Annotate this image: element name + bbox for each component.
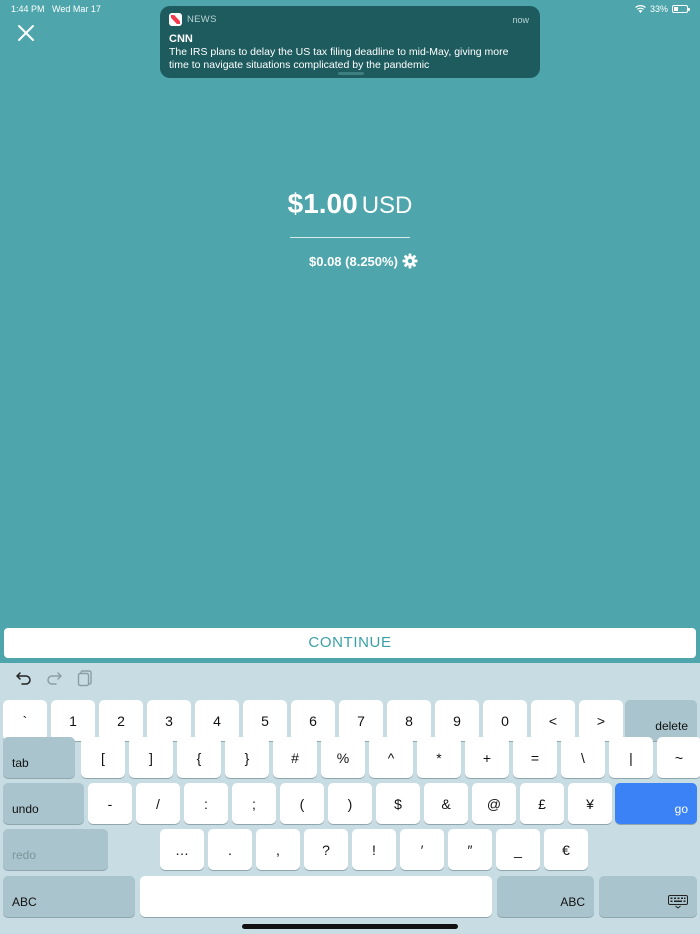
key[interactable]: *	[417, 737, 461, 778]
key[interactable]: -	[88, 783, 132, 824]
key[interactable]: 1	[51, 700, 95, 741]
undo-key[interactable]: undo	[3, 783, 84, 824]
key[interactable]: ,	[256, 829, 300, 870]
key[interactable]: |	[609, 737, 653, 778]
tab-key[interactable]: tab	[3, 737, 75, 778]
keyboard-dismiss-key[interactable]	[599, 876, 697, 917]
space-key[interactable]	[140, 876, 492, 917]
go-key[interactable]: go	[615, 783, 697, 824]
redo-key[interactable]: redo	[3, 829, 108, 870]
amount-divider	[290, 237, 410, 238]
key[interactable]: ″	[448, 829, 492, 870]
key[interactable]: }	[225, 737, 269, 778]
key[interactable]: 3	[147, 700, 191, 741]
notification-banner[interactable]: NEWS now CNN The IRS plans to delay the …	[160, 6, 540, 78]
key[interactable]: @	[472, 783, 516, 824]
key[interactable]: ]	[129, 737, 173, 778]
tax-line: $0.08 (8.250%)	[309, 253, 418, 269]
key[interactable]: %	[321, 737, 365, 778]
notification-title: CNN	[169, 33, 193, 45]
key[interactable]: €	[544, 829, 588, 870]
notification-time: now	[512, 15, 529, 25]
gear-icon[interactable]	[402, 253, 418, 269]
undo-icon[interactable]	[15, 669, 33, 687]
key[interactable]: ′	[400, 829, 444, 870]
tax-amount: $0.08 (8.250%)	[309, 253, 398, 269]
keyboard-toolbar	[0, 663, 700, 693]
key[interactable]: #	[273, 737, 317, 778]
key[interactable]: ^	[369, 737, 413, 778]
amount-value: $1.00	[287, 188, 358, 219]
key[interactable]: …	[160, 829, 204, 870]
home-indicator[interactable]	[242, 924, 458, 929]
key[interactable]: 2	[99, 700, 143, 741]
notification-grabber[interactable]	[338, 72, 364, 75]
notification-body: The IRS plans to delay the US tax filing…	[169, 46, 509, 71]
key[interactable]: 4	[195, 700, 239, 741]
abc-key-left[interactable]: ABC	[3, 876, 135, 917]
key[interactable]: ;	[232, 783, 276, 824]
key[interactable]: >	[579, 700, 623, 741]
key[interactable]: \	[561, 737, 605, 778]
delete-key[interactable]: delete	[625, 700, 697, 741]
notification-app-name: NEWS	[187, 14, 217, 25]
key[interactable]: )	[328, 783, 372, 824]
key[interactable]: 7	[339, 700, 383, 741]
news-app-icon	[169, 13, 182, 26]
key[interactable]: !	[352, 829, 396, 870]
keyboard-icon	[668, 895, 688, 909]
status-right: 33%	[635, 4, 690, 14]
key[interactable]: /	[136, 783, 180, 824]
key[interactable]: 0	[483, 700, 527, 741]
key[interactable]: [	[81, 737, 125, 778]
notification-app: NEWS	[169, 13, 531, 26]
key[interactable]: :	[184, 783, 228, 824]
redo-icon[interactable]	[45, 669, 63, 687]
key[interactable]: 8	[387, 700, 431, 741]
key[interactable]: 5	[243, 700, 287, 741]
key[interactable]: (	[280, 783, 324, 824]
continue-button[interactable]: CONTINUE	[4, 628, 696, 658]
battery-icon	[672, 5, 690, 13]
key[interactable]: `	[3, 700, 47, 741]
key[interactable]: <	[531, 700, 575, 741]
key[interactable]: £	[520, 783, 564, 824]
status-time: 1:44 PM Wed Mar 17	[11, 4, 101, 14]
keyboard: ` 1 2 3 4 5 6 7 8 9 0 < > delete tab[]{} #% ^ * + = \ | ~ undo -…	[0, 663, 700, 934]
key[interactable]: .	[208, 829, 252, 870]
key[interactable]: 9	[435, 700, 479, 741]
key[interactable]: &	[424, 783, 468, 824]
key[interactable]: 6	[291, 700, 335, 741]
key[interactable]: $	[376, 783, 420, 824]
wifi-icon	[635, 5, 646, 13]
key[interactable]: ?	[304, 829, 348, 870]
battery-percent: 33%	[649, 4, 668, 14]
key[interactable]: =	[513, 737, 557, 778]
abc-key-right[interactable]: ABC	[497, 876, 594, 917]
key[interactable]: ¥	[568, 783, 612, 824]
payment-amount: $1.00 USD	[0, 188, 700, 220]
key[interactable]: {	[177, 737, 221, 778]
paste-icon[interactable]	[76, 669, 94, 687]
close-icon[interactable]	[17, 24, 35, 42]
key[interactable]: ~	[657, 737, 700, 778]
amount-currency: USD	[361, 192, 413, 219]
key[interactable]: +	[465, 737, 509, 778]
key[interactable]: _	[496, 829, 540, 870]
